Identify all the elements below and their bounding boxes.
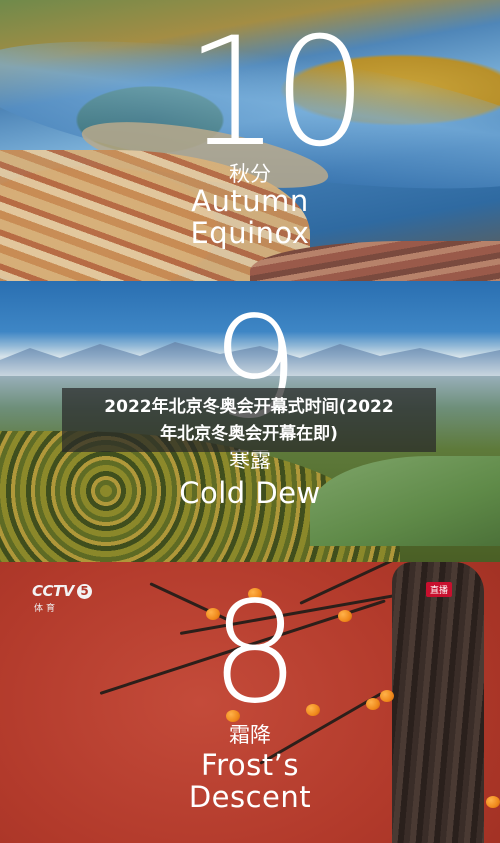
headline-line-2: 年北京冬奥会开幕在即) (160, 424, 338, 444)
channel-subtitle: 体育 (34, 604, 59, 614)
solar-term-english: Autumn Equinox (100, 184, 400, 250)
persimmon (366, 698, 380, 710)
channel-number: 5 (76, 584, 92, 599)
solar-term-english-line: Equinox (190, 215, 310, 250)
solar-term-english-line: Autumn (191, 184, 309, 218)
solar-term-chinese: 霜降 (229, 723, 271, 747)
frosts-descent-photo: CCTV 5 体育 直播 8 霜降 Frost’s Descent (0, 562, 500, 843)
headline-line-1: 2022年北京冬奥会开幕式时间(2022 (104, 397, 394, 417)
solar-term-english-line: Frost’s (201, 748, 299, 782)
solar-term-english: Cold Dew (100, 476, 400, 510)
solar-term-english-line: Cold Dew (179, 476, 321, 510)
autumn-equinox-photo: 10 秋分 Autumn Equinox (0, 0, 500, 281)
cctv-logo: CCTV 5 (32, 582, 92, 600)
persimmon (338, 610, 352, 622)
solar-term-number: 8 (210, 572, 300, 735)
live-badge: 直播 (426, 582, 453, 597)
headline-caption: 2022年北京冬奥会开幕式时间(2022 年北京冬奥会开幕在即) (62, 388, 436, 452)
solar-term-english-line: Descent (188, 779, 312, 814)
tree-trunk (392, 562, 484, 843)
solar-term-english: Frost’s Descent (100, 748, 400, 814)
cctv-logo-text: CCTV (32, 582, 74, 600)
persimmon (380, 690, 394, 702)
solar-term-number: 10 (185, 6, 368, 180)
persimmon (486, 796, 500, 808)
